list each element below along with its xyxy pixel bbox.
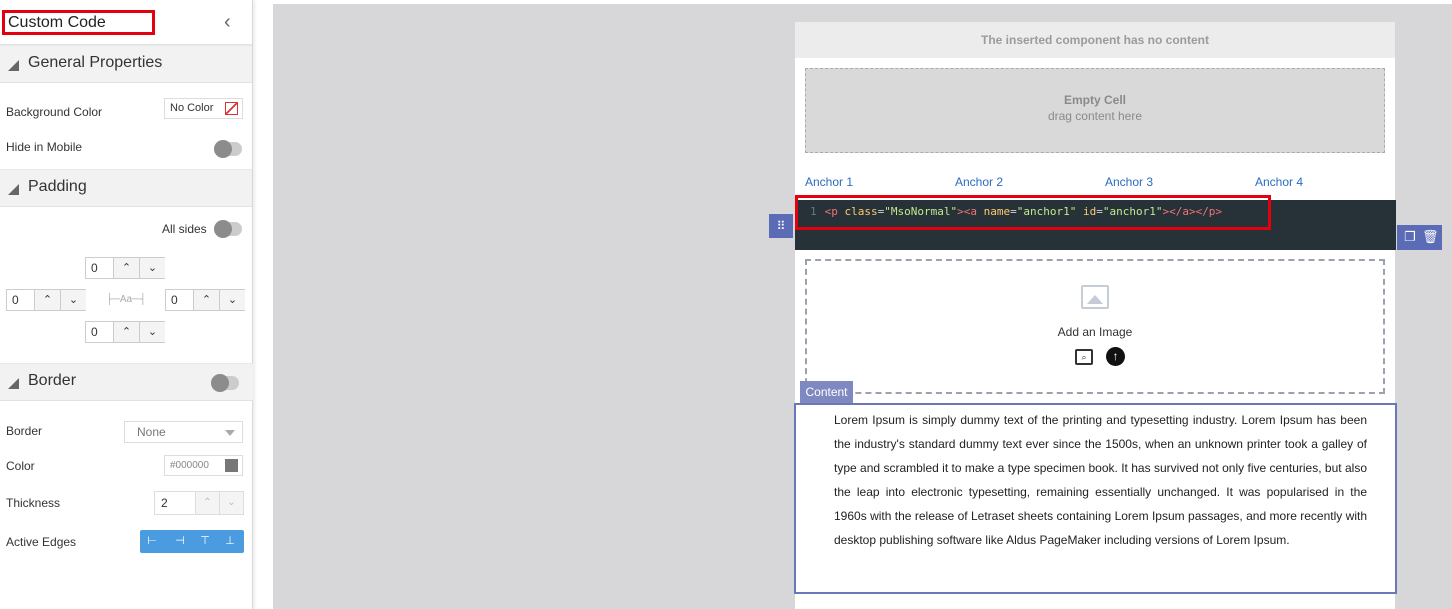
padding-all-sides-toggle[interactable] [214, 220, 242, 238]
toggle-knob [214, 140, 232, 158]
collapse-triangle-icon [8, 378, 19, 389]
padding-top-value[interactable]: 0 [91, 261, 98, 275]
image-dropzone[interactable]: Add an Image ⌕ ↑ [805, 259, 1385, 394]
border-color-value: #000000 [170, 460, 209, 471]
collapse-triangle-icon [8, 60, 19, 71]
code-highlight-box [795, 195, 1271, 230]
padding-all-sides-label: All sides [162, 222, 207, 236]
section-padding[interactable]: Padding [0, 169, 252, 207]
padding-diagram-icon: ├─Aa─┤ [105, 294, 147, 305]
content-block[interactable]: Lorem Ipsum is simply dummy text of the … [794, 403, 1397, 594]
background-color-row: Background Color No Color [0, 95, 252, 130]
chevron-up-icon[interactable]: ⌃ [195, 492, 219, 514]
background-color-value: No Color [170, 102, 214, 114]
panel-title: Custom Code [2, 10, 155, 35]
panel-header: Custom Code ‹ [0, 0, 252, 45]
hide-in-mobile-toggle[interactable] [214, 140, 242, 158]
background-color-picker[interactable]: No Color [164, 98, 243, 119]
collapse-triangle-icon [8, 184, 19, 195]
add-image-label: Add an Image [1057, 325, 1133, 339]
section-border[interactable]: Border [0, 363, 253, 401]
chevron-up-icon[interactable]: ⌃ [193, 290, 219, 310]
empty-cell-dropzone[interactable]: Empty Cell drag content here [805, 68, 1385, 153]
border-style-select[interactable]: None [124, 421, 243, 443]
edge-top-icon[interactable]: ⊤ [198, 534, 212, 548]
content-tag: Content [800, 381, 853, 404]
trash-icon[interactable]: 🗑 [1422, 229, 1439, 245]
browse-image-icon[interactable]: ⌕ [1075, 349, 1093, 365]
chevron-down-icon[interactable]: ⌄ [219, 290, 245, 310]
chevron-down-icon[interactable]: ⌄ [60, 290, 86, 310]
toggle-knob [214, 220, 232, 238]
background-color-label: Background Color [6, 105, 103, 119]
border-color-picker[interactable]: #000000 [164, 455, 243, 476]
thickness-stepper[interactable]: 2 ⌃ ⌄ [154, 491, 244, 515]
no-color-swatch-icon [225, 102, 238, 115]
padding-left-value[interactable]: 0 [12, 293, 19, 307]
active-edges-label: Active Edges [6, 535, 77, 549]
chevron-left-icon[interactable]: ‹ [224, 12, 240, 32]
section-general-properties[interactable]: General Properties [0, 45, 252, 83]
active-edges-group: ⊢ ⊣ ⊤ ⊥ [140, 530, 244, 553]
anchor-link-4[interactable]: Anchor 4 [1255, 175, 1303, 189]
color-swatch [225, 459, 238, 472]
anchor-link-1[interactable]: Anchor 1 [805, 175, 853, 189]
empty-cell-title: Empty Cell [1063, 93, 1126, 107]
padding-left-stepper[interactable]: 0 ⌃ ⌄ [6, 289, 86, 311]
padding-right-value[interactable]: 0 [171, 293, 178, 307]
padding-glyph: Aa [119, 294, 133, 305]
no-content-message: The inserted component has no content [795, 22, 1395, 58]
border-style-label: Border [6, 424, 43, 438]
drag-handle-icon[interactable]: ⠿ [769, 214, 793, 238]
hide-in-mobile-label: Hide in Mobile [6, 140, 83, 154]
chevron-down-icon[interactable]: ⌄ [219, 492, 243, 514]
padding-top-stepper[interactable]: 0 ⌃ ⌄ [85, 257, 165, 279]
toggle-knob [211, 374, 229, 392]
edge-left-icon[interactable]: ⊢ [145, 534, 159, 548]
chevron-down-icon[interactable]: ⌄ [139, 258, 165, 278]
border-style-value: None [137, 425, 166, 439]
thickness-value[interactable]: 2 [161, 496, 168, 510]
padding-bottom-stepper[interactable]: 0 ⌃ ⌄ [85, 321, 165, 343]
border-toggle[interactable] [211, 374, 239, 392]
content-paragraph[interactable]: Lorem Ipsum is simply dummy text of the … [834, 408, 1367, 552]
chevron-up-icon[interactable]: ⌃ [113, 258, 139, 278]
edge-bottom-icon[interactable]: ⊥ [223, 534, 237, 548]
empty-cell-subtitle: drag content here [1047, 109, 1143, 123]
border-color-label: Color [6, 459, 35, 473]
section-title: Border [28, 372, 77, 389]
padding-bottom-value[interactable]: 0 [91, 325, 98, 339]
padding-right-stepper[interactable]: 0 ⌃ ⌄ [165, 289, 245, 311]
section-title: Padding [28, 178, 87, 195]
hide-in-mobile-row: Hide in Mobile [0, 130, 252, 165]
copy-icon[interactable]: ❐ [1402, 229, 1418, 245]
row-actions: ❐ 🗑 [1397, 225, 1442, 250]
chevron-up-icon[interactable]: ⌃ [113, 322, 139, 342]
chevron-up-icon[interactable]: ⌃ [34, 290, 60, 310]
edge-right-icon[interactable]: ⊣ [173, 534, 187, 548]
anchor-link-3[interactable]: Anchor 3 [1105, 175, 1153, 189]
thickness-label: Thickness [6, 496, 61, 510]
upload-icon[interactable]: ↑ [1106, 347, 1125, 366]
section-title: General Properties [28, 54, 163, 71]
anchor-link-2[interactable]: Anchor 2 [955, 175, 1003, 189]
caret-down-icon [225, 430, 235, 436]
image-placeholder-icon [1081, 285, 1109, 309]
chevron-down-icon[interactable]: ⌄ [139, 322, 165, 342]
